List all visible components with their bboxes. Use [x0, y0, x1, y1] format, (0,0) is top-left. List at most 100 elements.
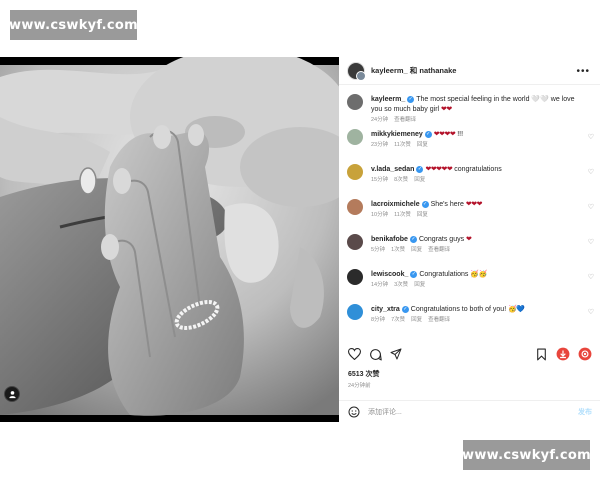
- post-time: 24分钟前: [348, 383, 371, 389]
- comment-time: 10分钟: [371, 212, 389, 218]
- post-comment-button[interactable]: 发布: [578, 407, 592, 417]
- see-translation-link[interactable]: 查看翻译: [394, 115, 416, 123]
- comment-like-heart-icon[interactable]: ♡: [588, 133, 594, 141]
- download-icon: [556, 347, 570, 361]
- comment-meta: 8分钟 7次赞 回复 查看翻译: [371, 315, 450, 323]
- reply-link[interactable]: 回复: [411, 315, 422, 323]
- verified-badge-icon: ✓: [424, 130, 432, 138]
- comment-like-heart-icon[interactable]: ♡: [588, 273, 594, 281]
- comment-body: Congratulations: [419, 271, 469, 278]
- see-translation-link[interactable]: 查看翻译: [428, 245, 450, 253]
- comment-body: Congrats guys: [418, 236, 465, 243]
- comment-text: mikkykiemeney ✓ ❤❤❤❤ !!!: [371, 130, 581, 140]
- record-icon: [578, 347, 592, 361]
- comment-like-heart-icon[interactable]: ♡: [588, 168, 594, 176]
- watermark-bottom: www.cswkyf.com: [462, 440, 591, 470]
- post-authors[interactable]: kayleerm_ 和 nathanake: [371, 65, 456, 76]
- comment-username[interactable]: kayleerm_: [371, 96, 405, 103]
- user-tag-button[interactable]: [4, 386, 20, 402]
- comment-button[interactable]: [367, 346, 383, 362]
- comment-time: 14分钟: [371, 282, 389, 288]
- comment-body: congratulations: [454, 166, 502, 173]
- comment-emojis: ❤❤❤: [465, 201, 483, 208]
- comment-meta: 5分钟 1次赞 回复 查看翻译: [371, 245, 450, 253]
- share-icon: [390, 348, 402, 360]
- reply-link[interactable]: 回复: [414, 175, 425, 183]
- more-icon[interactable]: •••: [576, 66, 590, 77]
- heart-icon: [347, 348, 361, 360]
- comment-emojis: 🥳💙: [508, 306, 525, 313]
- comment-username[interactable]: city_xtra: [371, 306, 400, 313]
- watermark-top: www.cswkyf.com: [9, 10, 138, 40]
- comment-time: 8分钟: [371, 317, 386, 323]
- comment-text: lewiscook_ ✓ Congratulations 🥳🥳: [371, 270, 581, 280]
- like-count[interactable]: 6513 次赞: [348, 369, 380, 379]
- like-button[interactable]: [346, 346, 362, 362]
- reply-link[interactable]: 回复: [414, 280, 425, 288]
- save-button[interactable]: [533, 346, 549, 362]
- save-icon: [536, 348, 546, 360]
- comment-text: v.lada_sedan ✓ ❤❤❤❤❤ congratulations: [371, 165, 581, 175]
- commenter-avatar[interactable]: [347, 94, 363, 110]
- comment-text: kayleerm_ ✓ The most special feeling in th…: [371, 95, 581, 115]
- commenter-avatar[interactable]: [347, 234, 363, 250]
- emoji-icon[interactable]: [348, 406, 360, 418]
- comment-time: 23分钟: [371, 142, 389, 148]
- comment-username[interactable]: mikkykiemeney: [371, 131, 423, 138]
- comment-like-count[interactable]: 7次赞: [391, 315, 405, 323]
- comment-time: 5分钟: [371, 247, 386, 253]
- coauthor-avatar[interactable]: [356, 70, 366, 81]
- verified-badge-icon: ✓: [410, 270, 418, 278]
- watermark-text: www.cswkyf.com: [9, 17, 138, 33]
- comment-body: Congratulations to both of you!: [410, 306, 507, 313]
- comment-body: She's here: [430, 201, 464, 208]
- comment-like-count[interactable]: 11次赞: [394, 210, 411, 218]
- comment-emojis: ❤❤: [441, 106, 452, 113]
- comment-like-heart-icon[interactable]: ♡: [588, 203, 594, 211]
- commenter-avatar[interactable]: [347, 164, 363, 180]
- comment-meta: 23分钟 11次赞 回复: [371, 140, 428, 148]
- reply-link[interactable]: 回复: [411, 245, 422, 253]
- comment-body: !!!: [457, 131, 464, 138]
- comment-username[interactable]: benikafobe: [371, 236, 408, 243]
- add-comment-row: 发布: [339, 400, 600, 422]
- post-dialog: kayleerm_ 和 nathanake ••• kayleerm_ ✓ The …: [0, 57, 600, 422]
- share-button[interactable]: [388, 346, 404, 362]
- comment-emojis: 🥳🥳: [470, 271, 487, 278]
- comment-like-count[interactable]: 11次赞: [394, 140, 411, 148]
- commenter-avatar[interactable]: [347, 269, 363, 285]
- see-translation-link[interactable]: 查看翻译: [428, 315, 450, 323]
- download-button[interactable]: [555, 346, 571, 362]
- comment-meta: 15分钟 8次赞 回复: [371, 175, 425, 183]
- comment-text: city_xtra ✓ Congratulations to both of you…: [371, 305, 581, 315]
- add-comment-input[interactable]: [368, 406, 548, 418]
- comment-username[interactable]: lewiscook_: [371, 271, 408, 278]
- comment-username[interactable]: v.lada_sedan: [371, 166, 414, 173]
- comment-time: 15分钟: [371, 177, 389, 183]
- comment-like-count[interactable]: 8次赞: [394, 175, 408, 183]
- comment-icon: [369, 348, 382, 360]
- comment-like-count[interactable]: 1次赞: [391, 245, 405, 253]
- comment-emojis: ❤: [466, 236, 472, 243]
- user-tag-icon: [8, 390, 16, 398]
- verified-badge-icon: ✓: [409, 235, 417, 243]
- comment-emojis: ❤❤❤❤❤: [425, 166, 453, 173]
- comment-like-heart-icon[interactable]: ♡: [588, 308, 594, 316]
- verified-badge-icon: ✓: [416, 165, 424, 173]
- comment-meta: 24分钟 查看翻译: [371, 115, 416, 123]
- commenter-avatar[interactable]: [347, 129, 363, 145]
- commenter-avatar[interactable]: [347, 304, 363, 320]
- comment-text: lacroixmichele ✓ She's here ❤❤❤: [371, 200, 581, 210]
- record-button[interactable]: [577, 346, 593, 362]
- comment-meta: 10分钟 11次赞 回复: [371, 210, 428, 218]
- verified-badge-icon: ✓: [407, 95, 415, 103]
- reply-link[interactable]: 回复: [417, 210, 428, 218]
- comment-username[interactable]: lacroixmichele: [371, 201, 420, 208]
- author-avatar[interactable]: [347, 61, 366, 81]
- comment-like-heart-icon[interactable]: ♡: [588, 238, 594, 246]
- commenter-avatar[interactable]: [347, 199, 363, 215]
- post-photo[interactable]: [0, 57, 339, 422]
- reply-link[interactable]: 回复: [417, 140, 428, 148]
- comment-like-count[interactable]: 3次赞: [394, 280, 408, 288]
- comment-text: benikafobe ✓ Congrats guys ❤: [371, 235, 581, 245]
